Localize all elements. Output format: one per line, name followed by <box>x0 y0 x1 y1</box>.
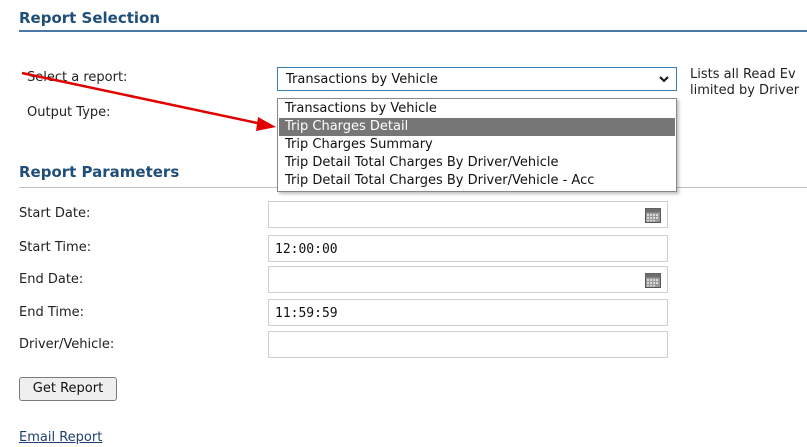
arrow-shaft <box>21 71 263 126</box>
red-arrow-annotation <box>21 71 276 131</box>
arrow-head <box>256 117 276 131</box>
